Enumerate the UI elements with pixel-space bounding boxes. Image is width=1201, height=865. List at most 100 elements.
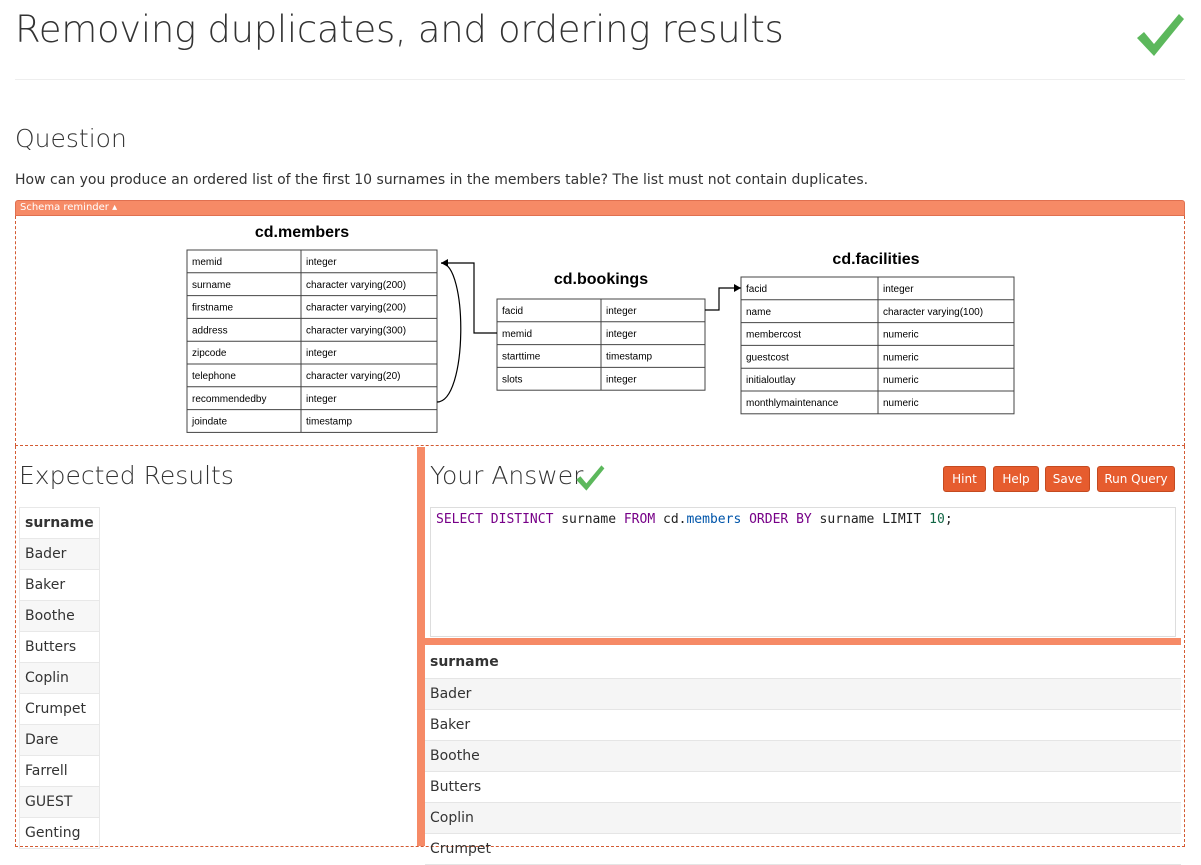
schema-column-name: zipcode [192, 348, 227, 359]
expected-result-cell: Crumpet [19, 693, 100, 725]
expected-result-cell: Butters [19, 631, 100, 663]
query-result-cell: Butters [425, 771, 1181, 803]
expected-result-cell: Coplin [19, 662, 100, 694]
expected-result-cell: Genting [19, 817, 100, 849]
expected-result-row: Dare [19, 724, 100, 756]
schema-column-name: facid [746, 284, 767, 295]
query-result-row: Boothe [425, 740, 1181, 772]
recommendedby-relationship-curve [436, 262, 462, 403]
schema-table-title: cd.bookings [554, 271, 648, 288]
sql-keyword-order-by: ORDER BY [749, 512, 812, 527]
schema-column-type: numeric [883, 398, 919, 409]
schema-column-name: joindate [191, 417, 227, 428]
schema-column-name: address [192, 325, 228, 336]
schema-column-name: memid [502, 329, 532, 340]
query-result-row: Baker [425, 709, 1181, 741]
expected-result-row: Boothe [19, 600, 100, 632]
schema-column-name: slots [502, 374, 523, 385]
sql-schema: cd. [655, 512, 687, 527]
expected-result-row: Coplin [19, 662, 100, 694]
expected-result-row: Baker [19, 569, 100, 601]
schema-column-type: character varying(20) [306, 371, 400, 382]
sql-keyword-from: FROM [623, 512, 656, 527]
expected-result-cell: Farrell [19, 755, 100, 787]
query-result-row: Bader [425, 678, 1181, 710]
your-answer-heading: Your Answer [430, 461, 584, 490]
schema-column-type: numeric [883, 330, 919, 341]
schema-column-name: recommendedby [192, 394, 266, 405]
expected-result-row: Crumpet [19, 693, 100, 725]
query-results-table: surname Bader Baker Boothe Butters Coplin Cru… [425, 647, 1181, 865]
schema-column-type: integer [606, 329, 637, 340]
expected-result-row: Butters [19, 631, 100, 663]
schema-diagram-panel: cd.members memid integer surname character v… [15, 216, 1185, 446]
query-result-cell: Bader [425, 678, 1181, 710]
expected-result-row: Farrell [19, 755, 100, 787]
sql-limit-value: 10 [929, 512, 945, 527]
query-result-cell: Baker [425, 709, 1181, 741]
schema-column-name: name [746, 307, 771, 318]
sql-keyword-select: SELECT DISTINCT [436, 512, 554, 527]
expected-result-row: Genting [19, 817, 100, 849]
run-query-button[interactable]: Run Query [1097, 466, 1175, 492]
schema-column-type: character varying(300) [306, 325, 406, 336]
expected-result-cell: Dare [19, 724, 100, 756]
page-title: Removing duplicates, and ordering result… [15, 8, 784, 51]
schema-column-name: memid [192, 257, 222, 268]
schema-column-name: starttime [502, 352, 541, 363]
question-heading: Question [15, 124, 127, 153]
schema-column-type: timestamp [306, 417, 353, 428]
expected-column-header: surname [19, 507, 100, 539]
schema-column-type: integer [306, 348, 337, 359]
schema-column-type: timestamp [606, 352, 653, 363]
arrowhead-icon [734, 284, 741, 292]
horizontal-splitter[interactable] [425, 638, 1181, 645]
schema-column-name: firstname [192, 303, 234, 314]
vertical-splitter[interactable] [417, 447, 425, 846]
sql-column: surname [553, 512, 624, 527]
answer-correct-check-icon [576, 465, 605, 491]
schema-column-type: integer [606, 374, 637, 385]
schema-column-type: integer [306, 257, 337, 268]
schema-column-type: character varying(100) [883, 307, 983, 318]
schema-column-name: surname [192, 280, 231, 291]
query-result-row: Coplin [425, 802, 1181, 834]
sql-editor[interactable]: SELECT DISTINCT surname FROM cd.members … [430, 507, 1176, 637]
sql-keyword-limit: LIMIT [882, 512, 930, 527]
save-button[interactable]: Save [1045, 466, 1090, 492]
expected-result-cell: GUEST [19, 786, 100, 818]
expected-result-cell: Baker [19, 569, 100, 601]
schema-column-type: numeric [883, 352, 919, 363]
results-column-header: surname [425, 647, 1181, 679]
schema-column-name: telephone [192, 371, 236, 382]
schema-column-name: facid [502, 306, 523, 317]
schema-column-name: initialoutlay [746, 375, 795, 386]
expected-result-row: Bader [19, 538, 100, 570]
schema-column-type: numeric [883, 375, 919, 386]
question-text: How can you produce an ordered list of t… [15, 172, 869, 188]
query-result-cell: Boothe [425, 740, 1181, 772]
hint-button[interactable]: Hint [943, 466, 986, 492]
schema-table-title: cd.members [255, 224, 349, 241]
schema-column-type: character varying(200) [306, 280, 406, 291]
expected-result-cell: Boothe [19, 600, 100, 632]
query-result-row: Crumpet [425, 833, 1181, 865]
schema-column-name: membercost [746, 330, 801, 341]
success-check-icon [1137, 14, 1184, 56]
expected-result-cell: Bader [19, 538, 100, 570]
schema-reminder-toggle[interactable]: Schema reminder ▴ [15, 200, 1185, 216]
schema-column-type: integer [306, 394, 337, 405]
bookings-facid-relationship-line [705, 287, 741, 311]
expected-results-heading: Expected Results [19, 461, 234, 490]
expected-result-row: GUEST [19, 786, 100, 818]
schema-column-type: character varying(200) [306, 303, 406, 314]
schema-column-type: integer [883, 284, 914, 295]
sql-table: members [686, 512, 742, 527]
sql-order-column: surname [811, 512, 883, 527]
schema-table-title: cd.facilities [832, 251, 919, 268]
help-button[interactable]: Help [993, 466, 1039, 492]
schema-column-name: monthlymaintenance [746, 398, 839, 409]
schema-diagram: cd.members memid integer surname character v… [186, 224, 1015, 433]
schema-column-type: integer [606, 306, 637, 317]
schema-column-name: guestcost [746, 352, 789, 363]
